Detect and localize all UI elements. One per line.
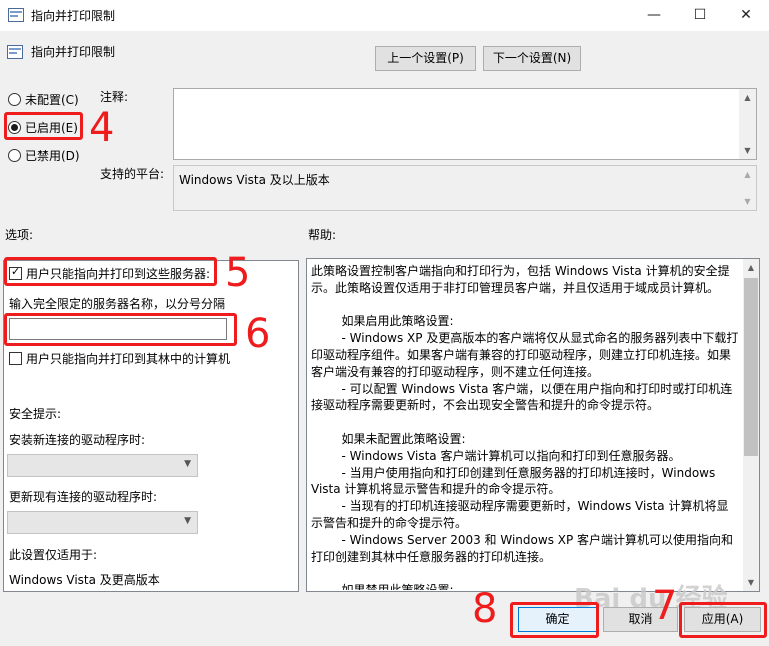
help-text: 此策略设置控制客户端指向和打印行为，包括 Windows Vista 计算机的安…	[311, 264, 739, 590]
platform-scrollbar[interactable]: ▲ ▼	[739, 166, 756, 210]
policy-icon	[7, 45, 23, 59]
scroll-up-icon[interactable]: ▲	[743, 259, 759, 276]
comment-label: 注释:	[100, 90, 129, 104]
radio-not-configured[interactable]: 未配置(C)	[8, 90, 79, 108]
window-title: 指向并打印限制	[31, 9, 116, 23]
radio-disabled[interactable]: 已禁用(D)	[8, 146, 80, 164]
next-setting-button[interactable]: 下一个设置(N)	[483, 46, 581, 71]
update-conn-label: 更新现有连接的驱动程序时:	[9, 490, 158, 504]
scroll-thumb[interactable]	[744, 278, 758, 456]
highlight-box-apply	[679, 602, 767, 638]
radio-circle[interactable]	[8, 92, 21, 106]
security-label: 安全提示:	[9, 407, 62, 421]
highlight-box-enabled	[4, 112, 83, 140]
prev-setting-button[interactable]: 上一个设置(P)	[375, 46, 476, 71]
servers-field-label: 输入完全限定的服务器名称，以分号分隔	[9, 297, 226, 311]
annotation-7: 7	[652, 583, 678, 629]
new-conn-label: 安装新连接的驱动程序时:	[9, 433, 146, 447]
help-label: 帮助:	[308, 228, 337, 242]
scroll-up-icon[interactable]: ▲	[739, 89, 756, 106]
options-label: 选项:	[5, 228, 34, 242]
highlight-box-ok	[510, 602, 599, 638]
platform-box: Windows Vista 及以上版本 ▲ ▼	[173, 165, 757, 211]
scroll-down-icon[interactable]: ▼	[739, 193, 756, 210]
comment-textbox[interactable]: ▲ ▼	[173, 88, 757, 160]
update-conn-select[interactable]: ▼	[7, 511, 198, 534]
forest-checkbox[interactable]	[9, 352, 22, 365]
close-button[interactable]: ✕	[723, 0, 769, 31]
annotation-8: 8	[472, 586, 498, 632]
scroll-up-icon[interactable]: ▲	[739, 166, 756, 183]
radio-label: 未配置(C)	[25, 92, 79, 107]
applies-value: Windows Vista 及更高版本	[9, 573, 160, 587]
policy-name: 指向并打印限制	[31, 45, 116, 59]
radio-circle[interactable]	[8, 148, 21, 162]
chevron-down-icon: ▼	[184, 516, 191, 526]
radio-label: 已禁用(D)	[25, 148, 80, 163]
platform-label: 支持的平台:	[100, 167, 165, 181]
forest-label: 用户只能指向并打印到其林中的计算机	[26, 352, 231, 366]
scroll-down-icon[interactable]: ▼	[739, 142, 756, 159]
minimize-button[interactable]: —	[631, 0, 677, 31]
annotation-6: 6	[245, 311, 271, 357]
highlight-box-input	[4, 313, 237, 346]
highlight-box-checkbox	[4, 257, 217, 286]
annotation-5: 5	[225, 250, 251, 296]
applies-label: 此设置仅适用于:	[9, 548, 98, 562]
policy-icon	[8, 8, 24, 22]
maximize-button[interactable]: ☐	[677, 0, 723, 31]
annotation-4: 4	[89, 105, 115, 151]
help-scrollbar[interactable]: ▲ ▼	[743, 259, 759, 591]
comment-scrollbar[interactable]: ▲ ▼	[739, 89, 756, 159]
new-conn-select[interactable]: ▼	[7, 454, 198, 477]
platform-value: Windows Vista 及以上版本	[179, 173, 330, 187]
forest-checkbox-row[interactable]: 用户只能指向并打印到其林中的计算机	[9, 350, 230, 367]
chevron-down-icon: ▼	[184, 459, 191, 469]
scroll-down-icon[interactable]: ▼	[743, 574, 759, 591]
